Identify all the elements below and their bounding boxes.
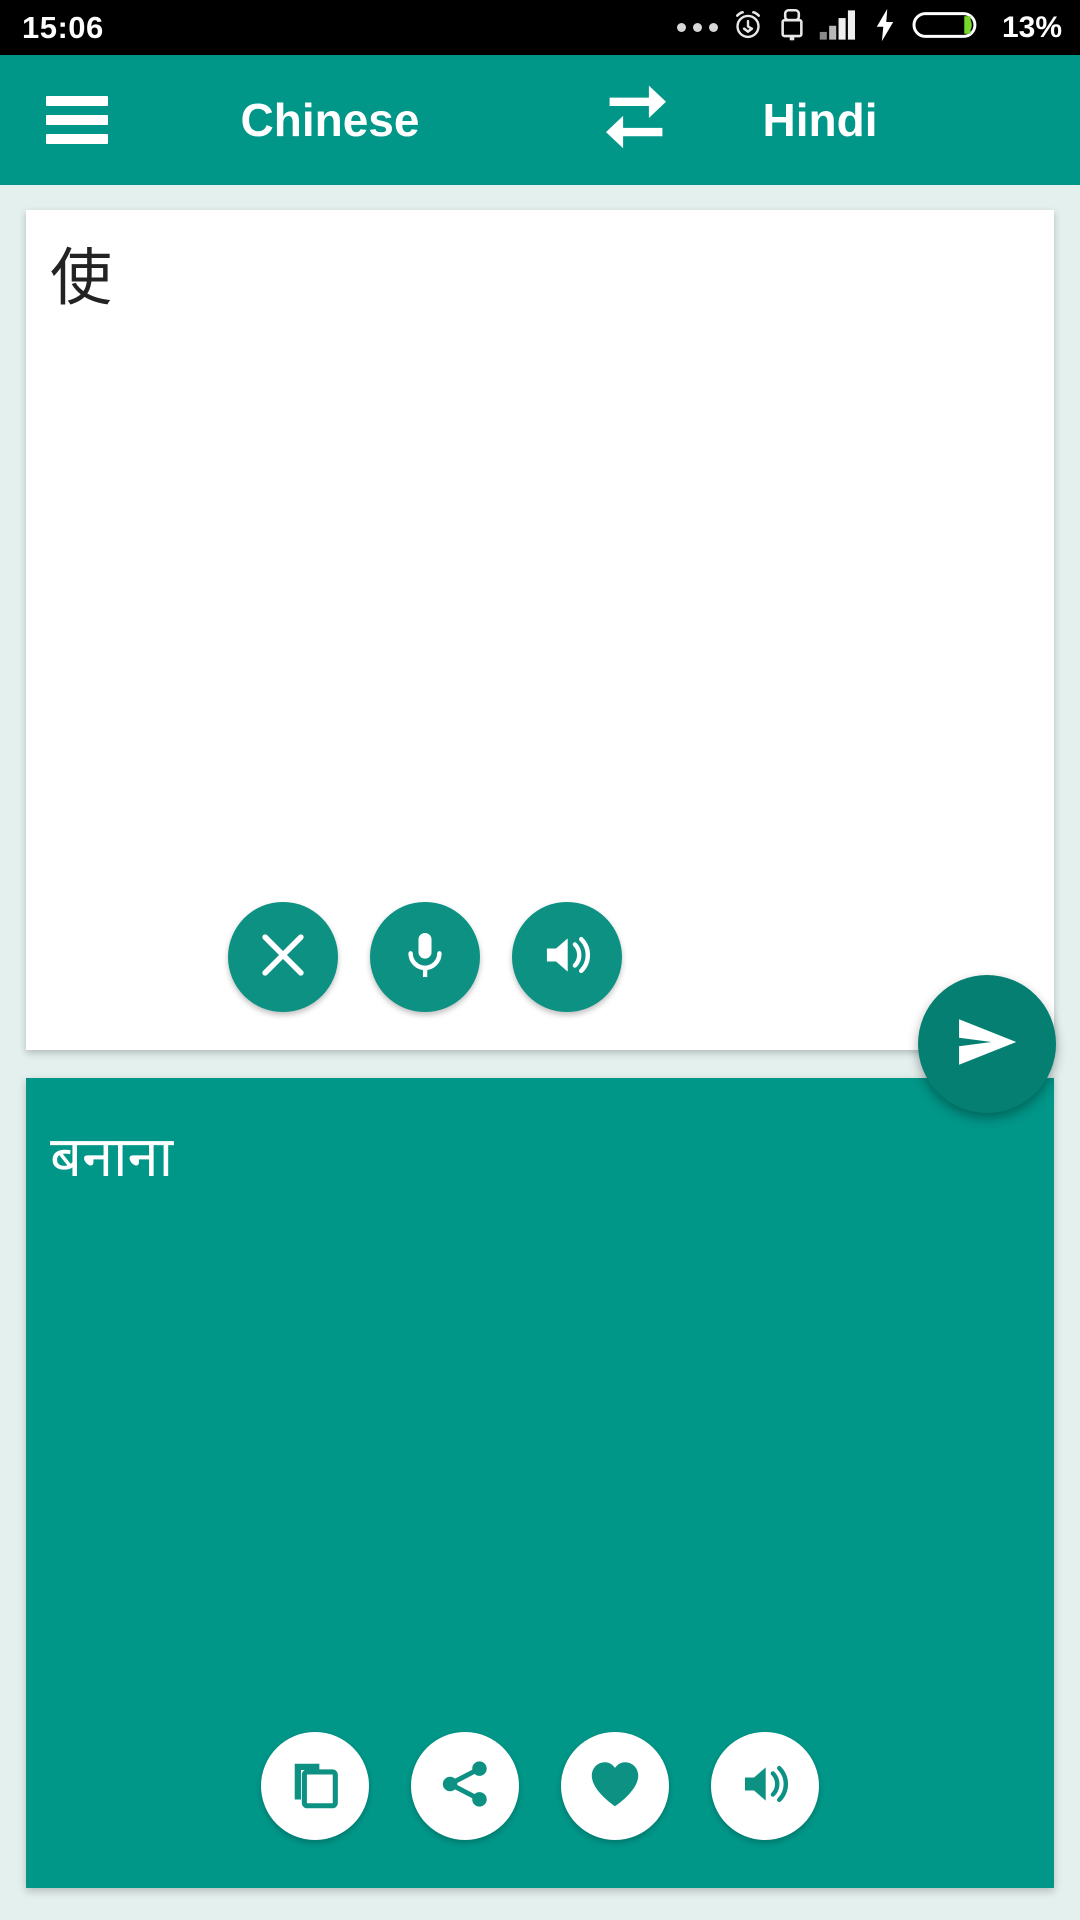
speaker-icon (737, 1756, 793, 1817)
battery-percent-label: 13% (1001, 10, 1062, 44)
source-language-selector[interactable]: Chinese (200, 93, 460, 147)
listen-target-button[interactable] (711, 1732, 819, 1840)
source-text[interactable]: 使 (50, 243, 112, 312)
share-icon (437, 1756, 493, 1817)
heart-icon (586, 1755, 644, 1818)
send-icon (948, 1003, 1026, 1086)
charging-bolt-icon (872, 8, 898, 47)
favorite-button[interactable] (561, 1732, 669, 1840)
copy-button[interactable] (261, 1732, 369, 1840)
result-actions (26, 1732, 1054, 1840)
swap-icon (600, 79, 672, 162)
app-bar: Chinese Hindi (0, 55, 1080, 185)
microphone-icon (398, 928, 452, 987)
target-language-selector[interactable]: Hindi (690, 93, 950, 147)
status-time: 15:06 (22, 9, 104, 45)
mic-button[interactable] (370, 902, 480, 1012)
source-text-card: 使 (26, 210, 1054, 1050)
alarm-icon (731, 8, 765, 47)
swap-languages-button[interactable] (586, 75, 686, 165)
copy-icon (286, 1755, 344, 1818)
listen-source-button[interactable] (512, 902, 622, 1012)
status-icons: 13% (676, 8, 1062, 47)
share-button[interactable] (411, 1732, 519, 1840)
status-bar: 15:06 13% (0, 0, 1080, 55)
send-button[interactable] (918, 975, 1056, 1113)
source-actions (26, 902, 1054, 1012)
translated-text: बनाना (50, 1125, 174, 1190)
clear-button[interactable] (228, 902, 338, 1012)
hamburger-menu-icon[interactable] (46, 96, 108, 144)
battery-icon (911, 8, 985, 47)
speaker-icon (539, 927, 595, 988)
translation-result-card: बनाना (26, 1078, 1054, 1888)
more-dots-icon (676, 23, 718, 32)
signal-icon (819, 9, 859, 46)
usb-icon (778, 8, 806, 47)
close-icon (254, 926, 312, 989)
